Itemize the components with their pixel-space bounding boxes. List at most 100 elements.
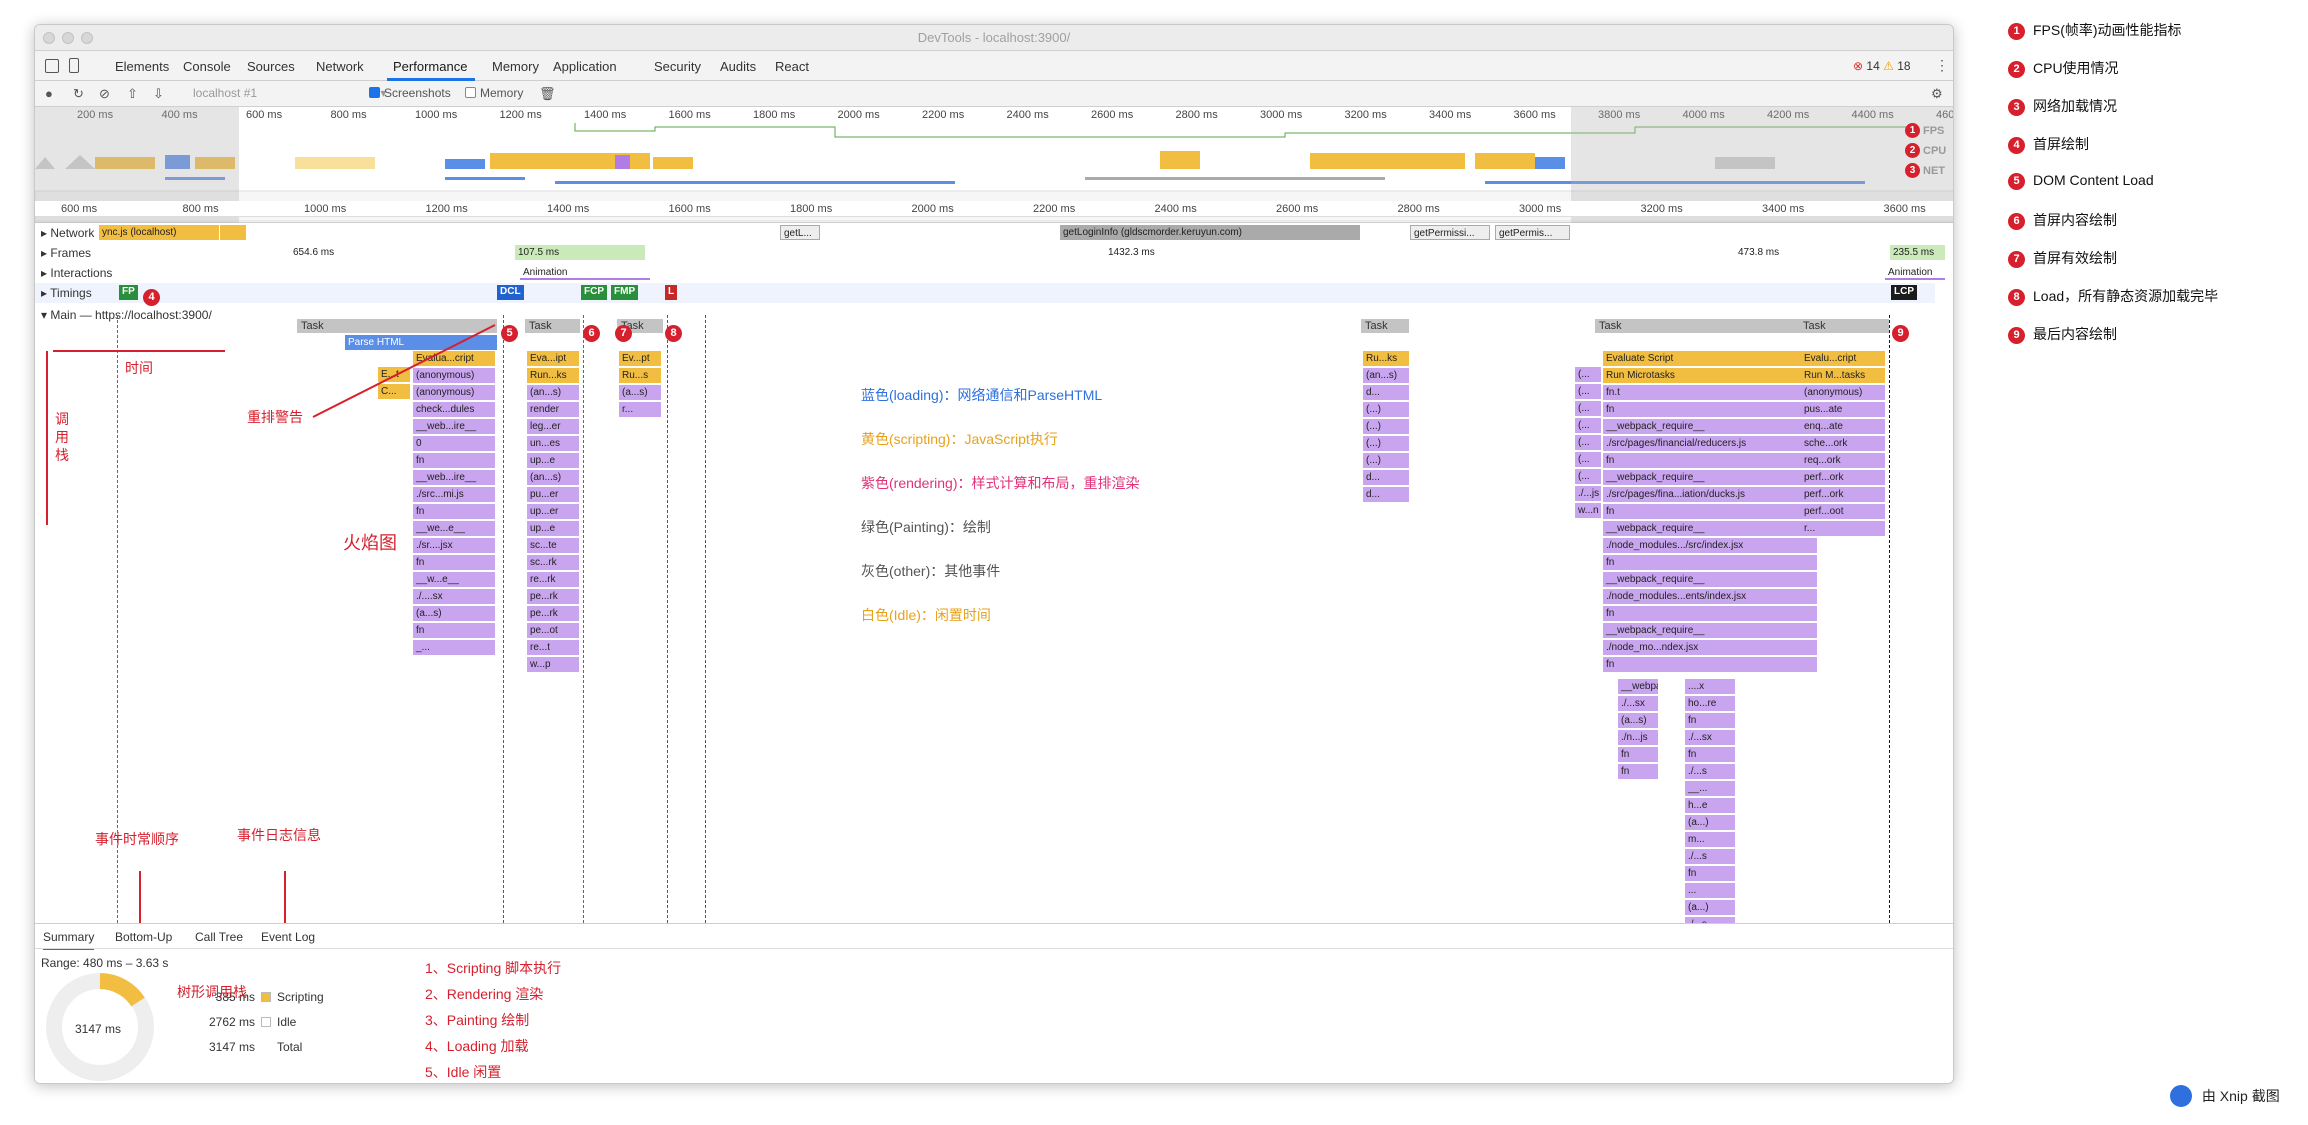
flame-frame[interactable]: __w...e__	[413, 572, 495, 587]
flame-frame[interactable]: ./node_modules...ents/index.jsx	[1603, 589, 1817, 604]
record-icon[interactable]: ●	[45, 86, 53, 101]
reload-record-icon[interactable]: ↻	[73, 86, 84, 102]
flame-frame[interactable]: __webpack_require__	[1603, 521, 1817, 536]
flame-frame[interactable]: w...p	[527, 657, 579, 672]
flame-frame[interactable]: __web...ire__	[413, 419, 495, 434]
flame-frame[interactable]: (...	[1575, 452, 1601, 467]
task-bar[interactable]: Task	[525, 319, 580, 333]
network-request[interactable]: ync.js (localhost)	[99, 225, 219, 240]
bottom-tab-summary[interactable]: Summary	[43, 930, 95, 950]
flame-frame[interactable]: (an...s)	[527, 470, 579, 485]
frames-track[interactable]: ▸ Frames 654.6 ms 107.5 ms 1432.3 ms 473…	[35, 243, 1945, 263]
flame-frame[interactable]: fn	[1685, 713, 1735, 728]
tab-console[interactable]: Console	[183, 59, 231, 74]
flame-frame[interactable]: r...	[1801, 521, 1885, 536]
timing-marker-fcp[interactable]: FCP	[581, 285, 607, 300]
settings-gear-icon[interactable]: ⚙	[1931, 86, 1943, 102]
timing-marker-lcp[interactable]: LCP	[1891, 285, 1917, 300]
clear-icon[interactable]: ⊘	[99, 86, 110, 102]
flame-frame[interactable]: fn	[413, 623, 495, 638]
flame-frame[interactable]: fn	[413, 504, 495, 519]
flame-frame[interactable]: fn	[1618, 747, 1658, 762]
flame-frame[interactable]: (...)	[1363, 419, 1409, 434]
flame-frame[interactable]: C...	[378, 384, 410, 399]
flame-frame[interactable]: Run...ks	[527, 368, 579, 383]
flame-frame[interactable]: check...dules	[413, 402, 495, 417]
timing-marker-load[interactable]: L	[665, 285, 678, 300]
flame-frame[interactable]: ...	[1685, 883, 1735, 898]
flame-frame[interactable]: r...	[619, 402, 661, 417]
flame-frame[interactable]: ho...re	[1685, 696, 1735, 711]
flame-frame[interactable]: Run Microtasks	[1603, 368, 1817, 383]
inspect-element-icon[interactable]	[45, 59, 59, 73]
flame-frame[interactable]: (an...s)	[1363, 368, 1409, 383]
flame-frame[interactable]: (...	[1575, 418, 1601, 433]
bottom-tab-event-log[interactable]: Event Log	[261, 930, 315, 944]
flame-frame[interactable]: __webpack_require__	[1603, 419, 1817, 434]
flame-frame[interactable]: up...e	[527, 453, 579, 468]
flame-frame[interactable]: d...	[1363, 470, 1409, 485]
error-counter[interactable]: ⊗ 14 ⚠ 18	[1853, 59, 1911, 73]
flame-frame[interactable]: up...er	[527, 504, 579, 519]
flame-frame[interactable]: up...e	[527, 521, 579, 536]
flame-frame[interactable]: ./src...mi.js	[413, 487, 495, 502]
flame-frame[interactable]: (...)	[1363, 436, 1409, 451]
flame-frame[interactable]: pus...ate	[1801, 402, 1885, 417]
frame-duration[interactable]: 235.5 ms	[1890, 245, 1945, 260]
flame-frame[interactable]: (...	[1575, 401, 1601, 416]
flame-frame[interactable]: Ru...ks	[1363, 351, 1409, 366]
flame-frame[interactable]: m...	[1685, 832, 1735, 847]
flame-frame[interactable]: fn	[1603, 504, 1817, 519]
flame-frame[interactable]: 0	[413, 436, 495, 451]
timing-marker-fp[interactable]: FP	[119, 285, 138, 300]
task-bar[interactable]: Task	[1595, 319, 1819, 333]
flame-frame[interactable]: fn	[1603, 402, 1817, 417]
flame-frame[interactable]: __we...e__	[413, 521, 495, 536]
flame-frame[interactable]: fn	[1685, 866, 1735, 881]
flame-frame[interactable]: enq...ate	[1801, 419, 1885, 434]
flame-frame[interactable]: (anonymous)	[1801, 385, 1885, 400]
flame-frame[interactable]: ./...sx	[1685, 730, 1735, 745]
load-profile-icon[interactable]: ⇧	[127, 86, 138, 102]
tab-performance[interactable]: Performance	[393, 59, 467, 74]
network-request[interactable]: getPermis...	[1495, 225, 1570, 240]
flame-frame[interactable]: ....x	[1685, 679, 1735, 694]
trash-icon[interactable]: 🗑	[539, 86, 556, 102]
flame-frame[interactable]: Ru...s	[619, 368, 661, 383]
flame-frame[interactable]: _...	[413, 640, 495, 655]
flame-frame[interactable]: (anonymous)	[413, 385, 495, 400]
flame-frame[interactable]: fn	[413, 555, 495, 570]
flame-frame[interactable]: pu...er	[527, 487, 579, 502]
tab-elements[interactable]: Elements	[115, 59, 169, 74]
network-track[interactable]: ▸ Network ync.js (localhost) getL... get…	[35, 223, 1935, 243]
flame-frame[interactable]: perf...ork	[1801, 470, 1885, 485]
frame-duration[interactable]: 1432.3 ms	[1105, 245, 1185, 260]
task-bar[interactable]: Task	[1799, 319, 1889, 333]
flame-frame[interactable]: Evaluate Script	[1603, 351, 1817, 366]
flame-frame[interactable]: sc...te	[527, 538, 579, 553]
flame-frame[interactable]: (a...)	[1685, 815, 1735, 830]
flame-frame[interactable]: (...)	[1363, 453, 1409, 468]
flame-frame[interactable]: fn	[1603, 606, 1817, 621]
flame-frame[interactable]: ./n...js	[1618, 730, 1658, 745]
flame-frame[interactable]: pe...rk	[527, 606, 579, 621]
flame-frame[interactable]: ./...js	[1575, 486, 1601, 501]
flame-frame[interactable]: __webpack_require__	[1618, 679, 1658, 694]
flame-frame[interactable]: fn	[1603, 453, 1817, 468]
flame-frame[interactable]: fn	[1603, 555, 1817, 570]
flame-frame[interactable]: (...	[1575, 435, 1601, 450]
frame-duration[interactable]: 107.5 ms	[515, 245, 645, 260]
flame-frame[interactable]: ./...s	[1685, 764, 1735, 779]
flame-frame[interactable]: __web...ire__	[413, 470, 495, 485]
flame-frame[interactable]: re...rk	[527, 572, 579, 587]
tab-sources[interactable]: Sources	[247, 59, 295, 74]
flame-frame[interactable]: pe...ot	[527, 623, 579, 638]
flame-frame[interactable]: ./src/pages/financial/reducers.js	[1603, 436, 1817, 451]
task-bar[interactable]: Task	[1361, 319, 1409, 333]
timing-marker-fmp[interactable]: FMP	[611, 285, 639, 300]
timings-track[interactable]: ▸ Timings FP DCL FCP FMP L LCP	[35, 283, 1935, 303]
flame-frame[interactable]: (a...s)	[1618, 713, 1658, 728]
task-bar[interactable]: Task	[297, 319, 497, 333]
network-request[interactable]	[220, 225, 246, 240]
profile-select[interactable]: localhost #1 ▾	[193, 86, 386, 100]
